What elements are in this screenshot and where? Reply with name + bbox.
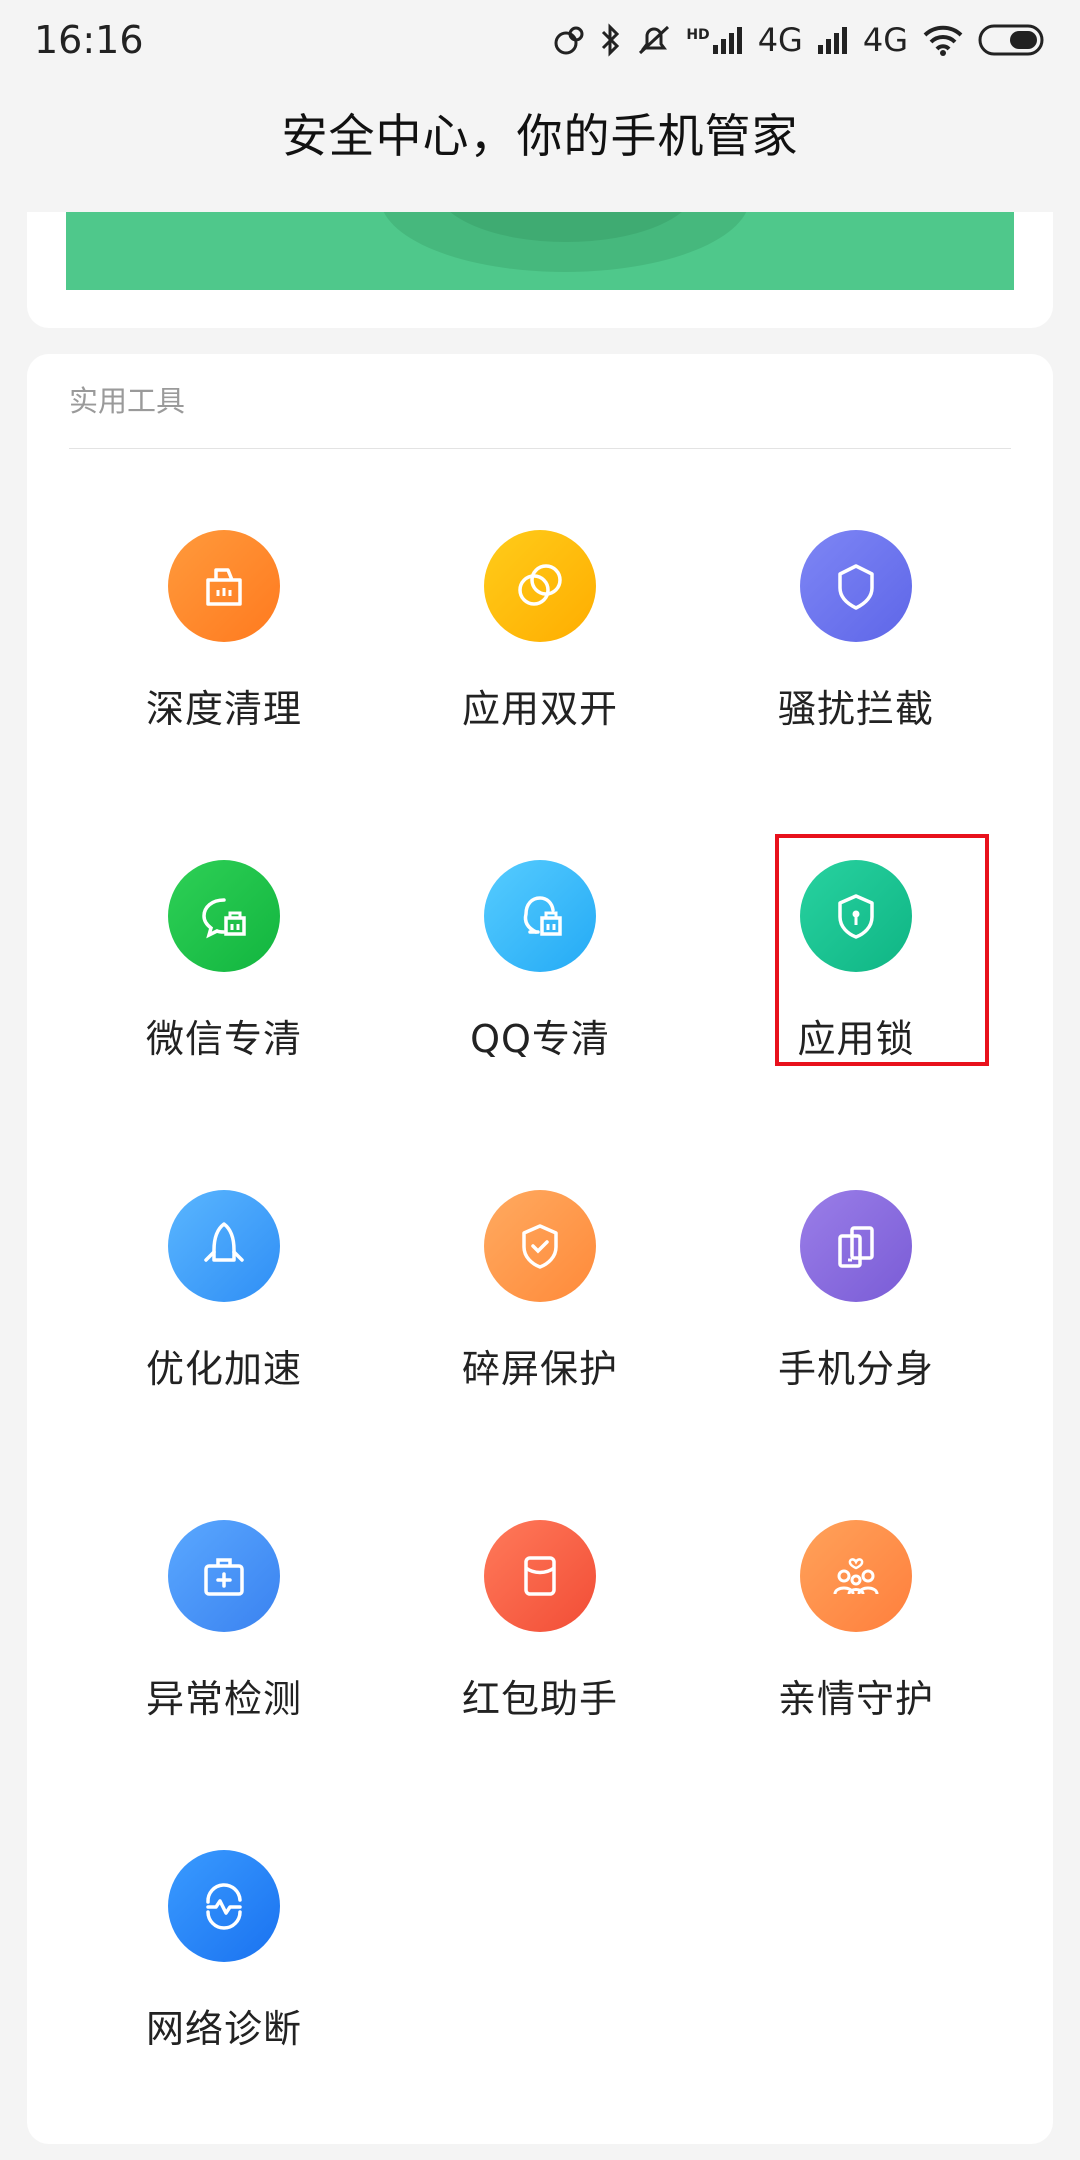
section-title: 实用工具 bbox=[69, 384, 186, 418]
signal-icon-1 bbox=[712, 27, 742, 54]
tool-label: 应用双开 bbox=[461, 687, 618, 731]
tool-label: 异常检测 bbox=[145, 1677, 302, 1721]
shield-block-icon bbox=[800, 530, 912, 642]
page-title: 安全中心，你的手机管家 bbox=[281, 109, 799, 163]
tool-anomaly-detect[interactable]: 异常检测 bbox=[52, 1520, 396, 1820]
wifi-icon bbox=[923, 25, 963, 56]
network-type-1: 4G bbox=[757, 21, 803, 59]
mute-bell-icon bbox=[639, 25, 670, 55]
cleanup-bag-icon bbox=[168, 530, 280, 642]
tool-label: 手机分身 bbox=[777, 1347, 934, 1391]
tool-qq-clean[interactable]: QQ专清 bbox=[368, 860, 712, 1160]
security-banner[interactable] bbox=[66, 212, 1014, 290]
tool-network-diagnose[interactable]: 网络诊断 bbox=[52, 1850, 396, 2150]
network-type-2: 4G bbox=[862, 21, 908, 59]
tool-optimize-boost[interactable]: 优化加速 bbox=[52, 1190, 396, 1490]
family-guard-icon bbox=[800, 1520, 912, 1632]
tool-label: 网络诊断 bbox=[145, 2007, 302, 2051]
dual-apps-icon bbox=[484, 530, 596, 642]
medical-kit-icon bbox=[168, 1520, 280, 1632]
tool-wechat-clean[interactable]: 微信专清 bbox=[52, 860, 396, 1160]
tool-harass-block[interactable]: 骚扰拦截 bbox=[684, 530, 1028, 830]
tool-label: 深度清理 bbox=[145, 687, 302, 731]
battery-icon bbox=[978, 24, 1044, 56]
signal-icon-2 bbox=[817, 27, 847, 54]
tool-label: 优化加速 bbox=[145, 1347, 302, 1391]
tools-card: 实用工具 深度清理 应用双开 骚扰拦截 微信专清 QQ专清 应用锁 优化加速 碎… bbox=[27, 354, 1053, 2144]
tool-label: 骚扰拦截 bbox=[777, 687, 934, 731]
top-card bbox=[27, 212, 1053, 328]
status-icons: HD 4G 4G bbox=[552, 21, 1046, 59]
status-time: 16:16 bbox=[34, 18, 144, 62]
tool-label: 碎屏保护 bbox=[461, 1347, 618, 1391]
red-packet-icon bbox=[484, 1520, 596, 1632]
tool-label: 红包助手 bbox=[461, 1677, 618, 1721]
tool-screen-protect[interactable]: 碎屏保护 bbox=[368, 1190, 712, 1490]
tool-family-guard[interactable]: 亲情守护 bbox=[684, 1520, 1028, 1820]
tool-red-packet[interactable]: 红包助手 bbox=[368, 1520, 712, 1820]
tool-label: QQ专清 bbox=[470, 1017, 610, 1061]
tool-label: 亲情守护 bbox=[777, 1677, 934, 1721]
screen-protect-icon bbox=[484, 1190, 596, 1302]
rocket-boost-icon bbox=[168, 1190, 280, 1302]
qq-clean-icon bbox=[484, 860, 596, 972]
bluetooth-icon bbox=[602, 23, 620, 57]
sync-icon bbox=[554, 26, 584, 55]
second-space-icon bbox=[800, 1190, 912, 1302]
tool-deep-clean[interactable]: 深度清理 bbox=[52, 530, 396, 830]
status-bar: 16:16 HD 4G 4G bbox=[0, 0, 1080, 80]
network-diagnose-icon bbox=[168, 1850, 280, 1962]
tool-second-space[interactable]: 手机分身 bbox=[684, 1190, 1028, 1490]
divider bbox=[69, 448, 1011, 449]
selection-highlight bbox=[775, 834, 989, 1066]
wechat-clean-icon bbox=[168, 860, 280, 972]
hd-label: HD bbox=[686, 27, 710, 43]
tool-label: 微信专清 bbox=[145, 1017, 302, 1061]
tool-dual-apps[interactable]: 应用双开 bbox=[368, 530, 712, 830]
